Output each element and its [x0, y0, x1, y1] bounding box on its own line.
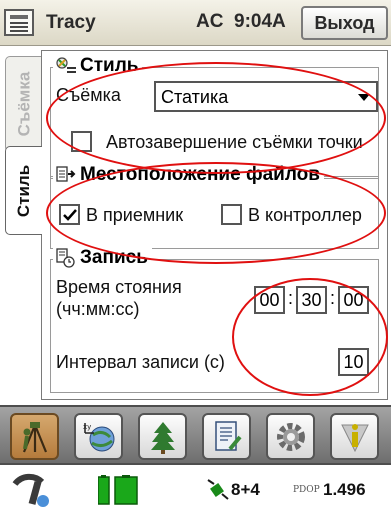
style-group-title: Стиль: [80, 55, 139, 76]
notebook-button[interactable]: [202, 413, 251, 460]
menu-icon[interactable]: [4, 9, 34, 36]
exit-button[interactable]: Выход: [301, 6, 388, 40]
info-icon: [341, 424, 369, 453]
file-location-group: Местоположение файлов В приемник В контр…: [50, 164, 379, 249]
tree-icon: [151, 422, 175, 454]
auto-finish-checkbox[interactable]: [71, 131, 92, 152]
style-icon: [56, 57, 76, 73]
tab-style-label: Стиль: [14, 164, 33, 217]
record-header: Запись: [53, 247, 152, 269]
to-receiver-checkbox[interactable]: [59, 204, 80, 225]
style-panel: Стиль Съёмка Статика Автозавершение съём…: [41, 50, 388, 400]
coordinate-system-button[interactable]: xy: [74, 413, 123, 460]
stay-time-format: (чч:мм:сс): [56, 299, 140, 319]
record-icon: [56, 248, 75, 268]
tab-survey-label: Съёмка: [14, 71, 34, 137]
file-location-title: Местоположение файлов: [80, 164, 320, 185]
gear-icon: [277, 423, 305, 451]
minutes-field[interactable]: 30: [296, 286, 327, 314]
satellite-icon: [207, 479, 229, 500]
tab-survey[interactable]: Съёмка: [5, 56, 42, 152]
interval-field[interactable]: 10: [338, 348, 369, 376]
info-button[interactable]: [330, 413, 379, 460]
survey-label: Съёмка: [56, 85, 121, 105]
battery-icon: [98, 475, 138, 505]
surveyor-button[interactable]: [10, 413, 59, 460]
satellite-count: 8+4: [231, 480, 260, 499]
survey-type-select[interactable]: Статика: [154, 81, 378, 112]
tree-button[interactable]: [138, 413, 187, 460]
checkmark-icon: [63, 209, 77, 221]
tab-style[interactable]: Стиль: [5, 146, 42, 235]
style-group: Стиль Съёмка Статика Автозавершение съём…: [50, 55, 379, 179]
record-group: Запись Время стояния (чч:мм:сс) 00 : 30 …: [50, 247, 379, 393]
power-status: AC: [196, 11, 224, 32]
auto-finish-label: Автозавершение съёмки точки: [106, 132, 363, 152]
time-separator: :: [288, 288, 294, 308]
style-group-header: Стиль: [53, 55, 143, 77]
pdop-value: 1.496: [323, 480, 366, 499]
surveyor-icon: [22, 422, 48, 453]
survey-type-value: Статика: [161, 87, 229, 107]
app-title: Tracy: [46, 12, 96, 33]
clock: 9:04A: [234, 11, 286, 32]
to-controller-checkbox[interactable]: [221, 204, 242, 225]
title-bar: Tracy AC 9:04A Выход: [0, 0, 391, 46]
coordinate-system-icon: xy: [83, 423, 115, 452]
svg-text:xy: xy: [83, 423, 91, 431]
notebook-icon: [215, 421, 242, 451]
to-receiver-label: В приемник: [86, 205, 184, 225]
status-bar: 8+4 PDOP 1.496: [0, 465, 391, 515]
to-controller-label: В контроллер: [248, 205, 362, 225]
file-location-icon: [56, 166, 76, 182]
toolbar: xy: [0, 405, 391, 465]
chevron-down-icon[interactable]: [358, 94, 370, 101]
pdop-label: PDOP: [293, 485, 320, 495]
stay-time-label: Время стояния: [56, 277, 182, 297]
time-separator: :: [330, 288, 336, 308]
hours-field[interactable]: 00: [254, 286, 285, 314]
receiver-connection-icon[interactable]: [12, 472, 54, 510]
file-location-header: Местоположение файлов: [53, 164, 324, 186]
settings-button[interactable]: [266, 413, 315, 460]
seconds-field[interactable]: 00: [338, 286, 369, 314]
record-title: Запись: [80, 247, 148, 268]
interval-label: Интервал записи (с): [56, 352, 225, 372]
